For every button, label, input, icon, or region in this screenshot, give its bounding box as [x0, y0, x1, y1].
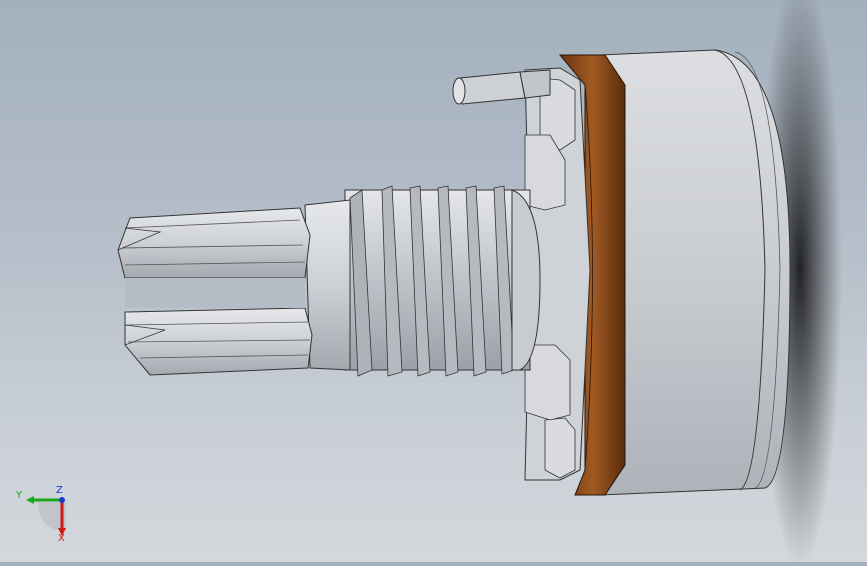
3d-graphics-viewport[interactable]: X Y Z	[0, 0, 867, 566]
z-axis-dot	[59, 497, 65, 503]
coordinate-triad: X Y Z	[14, 482, 78, 546]
y-axis-label: Y	[15, 490, 23, 501]
x-axis-label: X	[58, 533, 65, 544]
potentiometer-model[interactable]	[0, 0, 867, 566]
y-axis-arrowhead	[26, 496, 34, 504]
threaded-bushing	[344, 185, 541, 377]
potentiometer-body[interactable]	[599, 49, 791, 496]
z-axis-label: Z	[56, 485, 63, 496]
shaft-slot	[125, 278, 305, 308]
knurled-shaft	[117, 199, 351, 376]
